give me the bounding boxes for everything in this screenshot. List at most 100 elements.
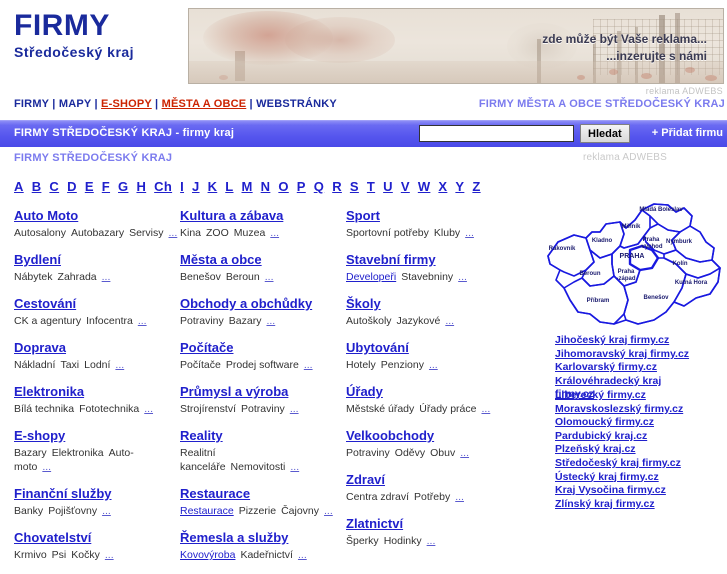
map-district-label[interactable]: Praha — [643, 237, 660, 243]
category-title-link[interactable]: Bydlení — [14, 252, 61, 268]
more-link[interactable]: ... — [266, 315, 275, 327]
category-title-link[interactable]: Finanční služby — [14, 486, 112, 502]
alphabet-link-q[interactable]: Q — [314, 179, 324, 194]
category-title-link[interactable]: Auto Moto — [14, 208, 78, 224]
more-link[interactable]: ... — [42, 461, 51, 473]
alphabet-link-w[interactable]: W — [418, 179, 431, 194]
category-title-link[interactable]: Počítače — [180, 340, 233, 356]
more-link[interactable]: ... — [138, 315, 147, 327]
more-link[interactable]: ... — [290, 403, 299, 415]
region-link[interactable]: Středočeský kraj firmy.cz — [555, 457, 727, 471]
category-title-link[interactable]: Sport — [346, 208, 380, 224]
alphabet-link-u[interactable]: U — [383, 179, 393, 194]
category-title-link[interactable]: Ubytování — [346, 340, 409, 356]
alphabet-link-m[interactable]: M — [242, 179, 253, 194]
nav-item-webstranky[interactable]: WEBSTRÁNKY — [256, 98, 337, 110]
region-link[interactable]: Karlovarský firmy.cz — [555, 361, 727, 375]
alphabet-link-t[interactable]: T — [367, 179, 375, 194]
nav-item-firmy[interactable]: FIRMY — [14, 98, 49, 110]
region-link[interactable]: Plzeňský kraj.cz — [555, 443, 727, 457]
alphabet-link-z[interactable]: Z — [472, 179, 480, 194]
region-link[interactable]: Olomoucký firmy.cz — [555, 416, 727, 430]
map-district-label[interactable]: Kutná Hora — [675, 280, 708, 286]
category-title-link[interactable]: Doprava — [14, 340, 66, 356]
category-title-link[interactable]: Chovatelství — [14, 530, 91, 546]
alphabet-link-d[interactable]: D — [67, 179, 77, 194]
category-title-link[interactable]: E-shopy — [14, 428, 65, 444]
map-district-label[interactable]: Nymburk — [666, 239, 693, 245]
category-title-link[interactable]: Velkoobchody — [346, 428, 434, 444]
more-link[interactable]: ... — [429, 359, 438, 371]
alphabet-link-l[interactable]: L — [225, 179, 233, 194]
search-button[interactable]: Hledat — [580, 124, 630, 143]
more-link[interactable]: ... — [115, 359, 124, 371]
more-link[interactable]: ... — [455, 491, 464, 503]
region-link[interactable]: Jihomoravský kraj firmy.cz — [555, 348, 727, 362]
more-link[interactable]: ... — [460, 447, 469, 459]
subcategory-link[interactable]: Developeři — [346, 271, 396, 283]
site-logo[interactable]: FIRMY Středočeský kraj — [14, 10, 179, 61]
region-link[interactable]: Jihočeský kraj firmy.cz — [555, 334, 727, 348]
subcategory-link[interactable]: Kovovýroba — [180, 549, 235, 561]
category-title-link[interactable]: Cestování — [14, 296, 76, 312]
region-link[interactable]: Pardubický kraj.cz — [555, 430, 727, 444]
map-district-label[interactable]: -západ — [616, 276, 635, 282]
map-district-label[interactable]: PRAHA — [620, 253, 645, 260]
map-district-label[interactable]: Praha — [618, 269, 635, 275]
category-title-link[interactable]: Stavební firmy — [346, 252, 436, 268]
alphabet-link-v[interactable]: V — [401, 179, 410, 194]
alphabet-link-a[interactable]: A — [14, 179, 24, 194]
alphabet-link-r[interactable]: R — [332, 179, 342, 194]
alphabet-link-s[interactable]: S — [350, 179, 359, 194]
more-link[interactable]: ... — [144, 403, 153, 415]
alphabet-link-k[interactable]: K — [208, 179, 218, 194]
more-link[interactable]: ... — [465, 227, 474, 239]
more-link[interactable]: ... — [427, 535, 436, 547]
map-district-label[interactable]: Benešov — [643, 295, 669, 301]
more-link[interactable]: ... — [304, 359, 313, 371]
alphabet-link-c[interactable]: C — [49, 179, 59, 194]
alphabet-link-y[interactable]: Y — [455, 179, 464, 194]
category-title-link[interactable]: Elektronika — [14, 384, 84, 400]
add-company-link[interactable]: + Přidat firmu — [652, 127, 723, 139]
category-title-link[interactable]: Úřady — [346, 384, 383, 400]
region-map[interactable]: Mladá Boleslav Mělník Kladno Rakovník Nymbur… — [534, 202, 727, 332]
nav-item-mesta-a-obce[interactable]: MĚSTA A OBCE — [162, 98, 247, 110]
more-link[interactable]: ... — [102, 271, 111, 283]
alphabet-link-j[interactable]: J — [192, 179, 200, 194]
region-link[interactable]: Moravskoslezský firmy.cz — [555, 403, 727, 417]
category-title-link[interactable]: Řemesla a služby — [180, 530, 288, 546]
category-title-link[interactable]: Zlatnictví — [346, 516, 403, 532]
more-link[interactable]: ... — [298, 549, 307, 561]
region-link[interactable]: Zlínský kraj firmy.cz — [555, 498, 727, 512]
more-link[interactable]: ... — [458, 271, 467, 283]
more-link[interactable]: ... — [265, 271, 274, 283]
search-input[interactable] — [419, 125, 574, 142]
category-title-link[interactable]: Restaurace — [180, 486, 250, 502]
nav-item-eshopy[interactable]: E-SHOPY — [101, 98, 152, 110]
map-district-label[interactable]: Rakovník — [549, 246, 576, 252]
more-link[interactable]: ... — [270, 227, 279, 239]
advertisement-banner[interactable]: zde může být Vaše reklama... ...inzerujt… — [188, 8, 724, 84]
category-title-link[interactable]: Průmysl a výroba — [180, 384, 288, 400]
more-link[interactable]: ... — [290, 461, 299, 473]
category-title-link[interactable]: Reality — [180, 428, 223, 444]
alphabet-link-g[interactable]: G — [118, 179, 128, 194]
category-title-link[interactable]: Zdraví — [346, 472, 385, 488]
subcategory-link[interactable]: Restaurace — [180, 505, 234, 517]
category-title-link[interactable]: Města a obce — [180, 252, 262, 268]
map-district-label[interactable]: -východ — [639, 244, 662, 250]
alphabet-link-h[interactable]: H — [136, 179, 146, 194]
region-link[interactable]: Ústecký kraj firmy.cz — [555, 471, 727, 485]
category-title-link[interactable]: Kultura a zábava — [180, 208, 283, 224]
alphabet-link-i[interactable]: I — [180, 179, 184, 194]
alphabet-link-p[interactable]: P — [297, 179, 306, 194]
map-district-label[interactable]: Mladá Boleslav — [639, 207, 683, 213]
map-district-label[interactable]: Mělník — [622, 224, 641, 230]
map-district-label[interactable]: Beroun — [580, 271, 601, 277]
category-title-link[interactable]: Školy — [346, 296, 381, 312]
alphabet-link-ch[interactable]: Ch — [154, 179, 172, 194]
region-link[interactable]: Kraj Vysočina firmy.cz — [555, 484, 727, 498]
map-district-label[interactable]: Příbram — [587, 298, 610, 304]
more-link[interactable]: ... — [445, 315, 454, 327]
